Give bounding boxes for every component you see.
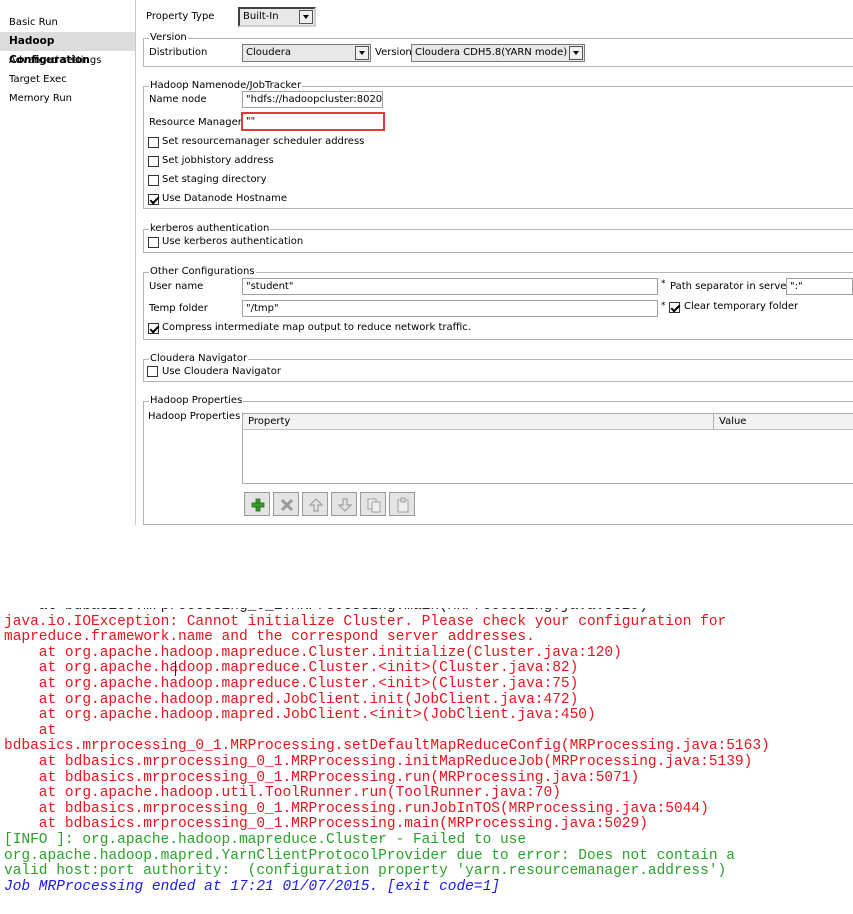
use-datanode-hostname-checkbox[interactable] bbox=[148, 194, 159, 205]
clear-temp-folder-label: Clear temporary folder bbox=[684, 301, 799, 312]
path-separator-input[interactable]: ":" bbox=[786, 278, 853, 295]
distribution-select[interactable]: Cloudera bbox=[242, 44, 371, 62]
paste-icon bbox=[397, 497, 409, 513]
console-line: at org.apache.hadoop.mapred.JobClient.in… bbox=[4, 691, 579, 708]
user-name-label: User name bbox=[149, 281, 204, 292]
move-up-button[interactable] bbox=[302, 492, 328, 516]
kerberos-group-title: kerberos authentication bbox=[149, 223, 271, 235]
sidebar-item-hadoop-configuration[interactable]: Hadoop Configuration bbox=[0, 32, 135, 66]
set-staging-checkbox[interactable] bbox=[148, 175, 159, 186]
chevron-down-icon bbox=[569, 46, 583, 60]
resource-manager-label: Resource Manager bbox=[149, 117, 242, 128]
required-marker: * bbox=[661, 301, 666, 311]
set-jobhistory-label: Set jobhistory address bbox=[162, 155, 274, 166]
required-marker: * bbox=[661, 279, 666, 289]
paste-row-button[interactable] bbox=[389, 492, 415, 516]
column-header-property[interactable]: Property bbox=[243, 414, 290, 430]
user-name-input[interactable]: "student" bbox=[242, 278, 658, 295]
set-rm-scheduler-label: Set resourcemanager scheduler address bbox=[162, 136, 365, 147]
chevron-down-icon bbox=[355, 46, 369, 60]
chevron-down-icon bbox=[299, 10, 313, 24]
hadoop-properties-table[interactable]: Property Value bbox=[242, 413, 853, 484]
cloudera-navigator-title: Cloudera Navigator bbox=[149, 353, 249, 365]
console-line: at org.apache.hadoop.mapred.JobClient.<i… bbox=[4, 707, 596, 724]
use-cloudera-navigator-label: Use Cloudera Navigator bbox=[162, 366, 281, 377]
use-kerberos-checkbox[interactable] bbox=[148, 237, 159, 248]
set-staging-label: Set staging directory bbox=[162, 174, 267, 185]
copy-icon bbox=[367, 498, 381, 513]
temp-folder-label: Temp folder bbox=[149, 303, 208, 314]
console-line: java.io.IOException: Cannot initialize C… bbox=[4, 613, 727, 630]
console-line: valid host:port authority: (configuratio… bbox=[4, 863, 727, 880]
console-line: at org.apache.hadoop.mapreduce.Cluster.i… bbox=[4, 644, 622, 661]
property-type-select[interactable]: Built-In bbox=[238, 7, 316, 27]
console-line: org.apache.hadoop.mapred.YarnClientProto… bbox=[4, 847, 735, 864]
move-up-icon bbox=[308, 498, 324, 512]
table-header: Property Value bbox=[243, 414, 853, 430]
console-line: at bdbasics.mrprocessing_0_1.MRProcessin… bbox=[4, 800, 709, 817]
use-cloudera-navigator-checkbox[interactable] bbox=[147, 366, 158, 377]
console-line: at org.apache.hadoop.mapreduce.Cluster.<… bbox=[4, 676, 579, 692]
property-type-label: Property Type bbox=[146, 11, 215, 22]
copy-row-button[interactable] bbox=[360, 492, 386, 516]
use-kerberos-label: Use kerberos authentication bbox=[162, 236, 304, 247]
console-line: at org.apache.hadoop.util.ToolRunner.run… bbox=[4, 785, 561, 802]
console-line: mapreduce.framework.name and the corresp… bbox=[4, 629, 535, 646]
version-value: Cloudera CDH5.8(YARN mode) bbox=[415, 47, 568, 58]
set-jobhistory-checkbox[interactable] bbox=[148, 156, 159, 167]
hadoop-configuration-panel: Basic Run Hadoop Configuration Advanced … bbox=[0, 0, 853, 525]
sidebar-item-target-exec[interactable]: Target Exec bbox=[0, 70, 135, 89]
move-down-icon bbox=[337, 498, 353, 512]
console-line: at org.apache.hadoop.mapreduce.Cluster.<… bbox=[4, 660, 579, 677]
property-type-value: Built-In bbox=[243, 11, 279, 22]
clear-temp-folder-checkbox[interactable] bbox=[669, 302, 680, 313]
console-line: [INFO ]: org.apache.hadoop.mapreduce.Clu… bbox=[4, 832, 527, 848]
distribution-value: Cloudera bbox=[246, 47, 291, 58]
console-line: bdbasics.mrprocessing_0_1.MRProcessing.s… bbox=[4, 738, 770, 755]
name-node-input[interactable]: "hdfs://hadoopcluster:8020" bbox=[242, 91, 383, 108]
path-separator-label: Path separator in server bbox=[670, 281, 791, 292]
use-datanode-hostname-label: Use Datanode Hostname bbox=[162, 193, 287, 204]
name-node-label: Name node bbox=[149, 94, 207, 105]
console-line: at bdbasics.mrprocessing_0_1.MRProcessin… bbox=[4, 816, 648, 833]
console-line: at bdbasics.mrprocessing_0_1.MRProcessin… bbox=[4, 754, 753, 770]
set-rm-scheduler-checkbox[interactable] bbox=[148, 137, 159, 148]
version-label: Version bbox=[375, 47, 412, 58]
add-icon bbox=[251, 498, 265, 512]
console-line: at bbox=[4, 722, 57, 739]
move-down-button[interactable] bbox=[331, 492, 357, 516]
temp-folder-input[interactable]: "/tmp" bbox=[242, 300, 658, 317]
run-sidebar: Basic Run Hadoop Configuration Advanced … bbox=[0, 0, 136, 525]
console-line: at bdbasics.mrprocessing_0_1.MRProcessin… bbox=[4, 769, 640, 786]
remove-icon bbox=[280, 498, 294, 512]
text-caret bbox=[175, 661, 176, 677]
sidebar-item-advanced-settings[interactable]: Advanced settings bbox=[0, 51, 135, 70]
other-configurations-title: Other Configurations bbox=[149, 266, 256, 278]
version-select[interactable]: Cloudera CDH5.8(YARN mode) bbox=[411, 44, 585, 62]
distribution-label: Distribution bbox=[149, 47, 208, 58]
compress-output-checkbox[interactable] bbox=[148, 323, 159, 334]
console-output[interactable]: at bdbasics.mrprocessing_0_1.MRProcessin… bbox=[0, 608, 853, 914]
version-group-title: Version bbox=[149, 32, 188, 44]
hadoop-properties-title: Hadoop Properties bbox=[149, 395, 244, 407]
add-row-button[interactable] bbox=[244, 492, 270, 516]
column-header-value[interactable]: Value bbox=[714, 414, 746, 430]
compress-output-label: Compress intermediate map output to redu… bbox=[162, 322, 471, 333]
remove-row-button[interactable] bbox=[273, 492, 299, 516]
hadoop-properties-label: Hadoop Properties bbox=[148, 411, 241, 422]
sidebar-item-basic-run[interactable]: Basic Run bbox=[0, 13, 135, 32]
sidebar-item-memory-run[interactable]: Memory Run bbox=[0, 89, 135, 108]
console-line: Job MRProcessing ended at 17:21 01/07/20… bbox=[4, 878, 500, 895]
resource-manager-input[interactable]: "" bbox=[241, 112, 385, 131]
